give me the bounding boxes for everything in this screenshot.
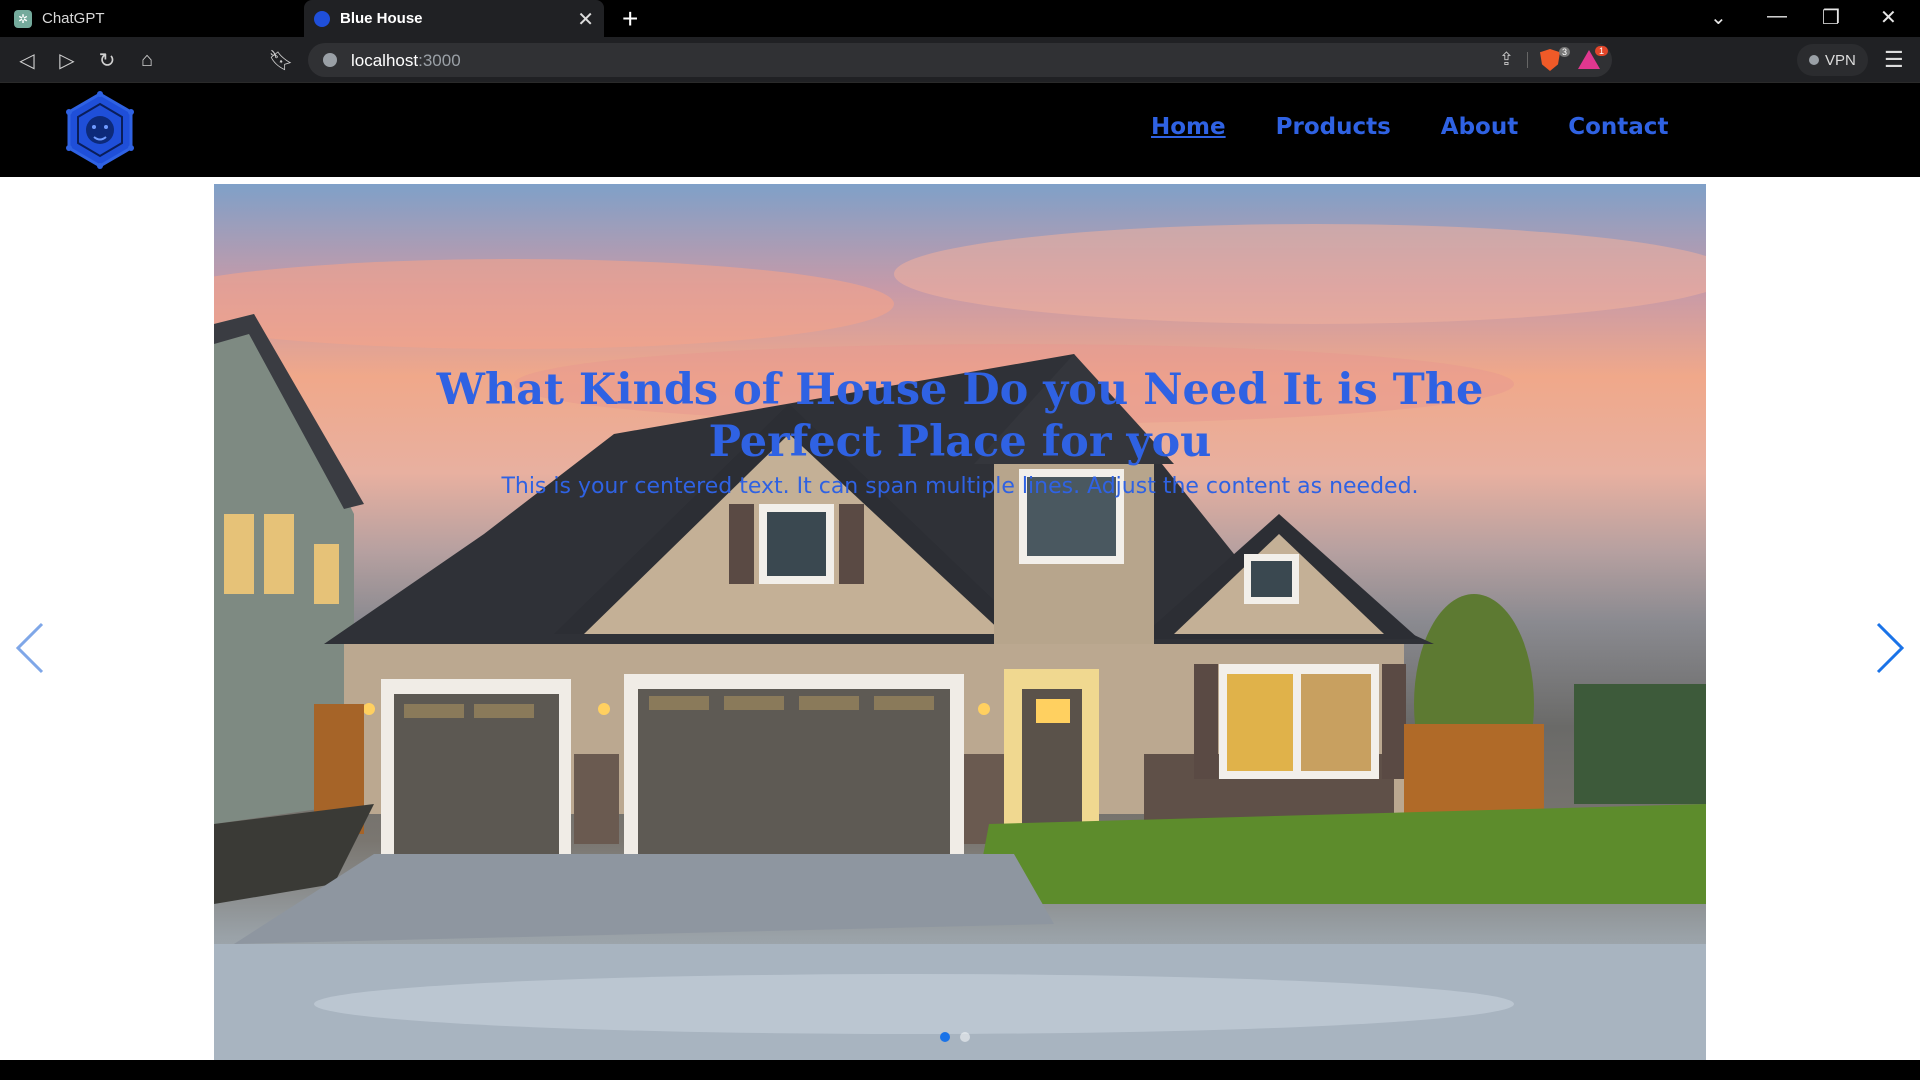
- hero-text: What Kinds of House Do you Need It is Th…: [214, 364, 1706, 499]
- new-tab-icon[interactable]: +: [622, 3, 638, 35]
- forward-icon[interactable]: ▷: [52, 45, 82, 75]
- share-icon[interactable]: ⇪: [1499, 49, 1514, 70]
- nav-link-about[interactable]: About: [1441, 114, 1518, 140]
- back-icon[interactable]: ◁: [12, 45, 42, 75]
- blue-house-favicon-icon: [314, 10, 330, 27]
- tab-title: Blue House: [340, 10, 423, 27]
- carousel-dot-1[interactable]: [940, 1032, 950, 1042]
- hero-subtitle: This is your centered text. It can span …: [501, 474, 1419, 499]
- site-info-icon[interactable]: [323, 53, 337, 67]
- divider: [1527, 52, 1528, 68]
- nav-link-home[interactable]: Home: [1151, 114, 1226, 140]
- browser-toolbar: ◁ ▷ ↻ ⌂ 🔖︎ localhost:3000 ⇪ 3 1 VPN ☰: [0, 37, 1920, 83]
- tab-chatgpt[interactable]: ✲ ChatGPT: [14, 0, 304, 37]
- carousel-next-icon[interactable]: [1870, 618, 1910, 678]
- restore-icon[interactable]: ❐: [1822, 5, 1840, 30]
- window-bottom-edge: [0, 1060, 1920, 1080]
- carousel-indicators: [940, 1032, 970, 1042]
- window-close-icon[interactable]: ✕: [1880, 5, 1897, 30]
- hero-carousel-slide: What Kinds of House Do you Need It is Th…: [214, 184, 1706, 1060]
- tab-blue-house[interactable]: Blue House ✕: [304, 0, 604, 37]
- vpn-label: VPN: [1825, 51, 1856, 69]
- reload-icon[interactable]: ↻: [92, 45, 122, 75]
- nav-link-products[interactable]: Products: [1276, 114, 1391, 140]
- brave-shields-icon[interactable]: [1540, 49, 1560, 71]
- close-tab-icon[interactable]: ✕: [577, 7, 594, 32]
- bookmark-icon[interactable]: 🔖︎: [266, 45, 296, 75]
- vpn-status-icon: [1809, 55, 1819, 65]
- home-icon[interactable]: ⌂: [132, 45, 162, 75]
- address-bar[interactable]: localhost:3000 ⇪ 3 1: [308, 43, 1612, 77]
- carousel-prev-icon[interactable]: [10, 618, 50, 678]
- url-text: localhost:3000: [351, 51, 461, 70]
- nav-link-contact[interactable]: Contact: [1568, 114, 1668, 140]
- hamburger-menu-icon[interactable]: ☰: [1884, 47, 1904, 73]
- tab-title: ChatGPT: [42, 10, 105, 27]
- carousel-dot-2[interactable]: [960, 1032, 970, 1042]
- house-photo-illustration: [214, 224, 1706, 1060]
- hero-title: What Kinds of House Do you Need It is Th…: [436, 365, 1484, 467]
- vpn-button[interactable]: VPN: [1797, 44, 1868, 76]
- rewards-count-badge: 1: [1594, 46, 1608, 56]
- tab-search-chevron-icon[interactable]: ⌄: [1710, 5, 1727, 30]
- web-page: Home Products About Contact What Kinds o…: [0, 84, 1920, 1060]
- lion-hexagon-logo-icon[interactable]: [60, 90, 140, 170]
- minimize-icon[interactable]: —: [1767, 5, 1787, 28]
- shield-count-badge: 3: [1558, 47, 1570, 57]
- chatgpt-favicon-icon: ✲: [14, 9, 32, 28]
- nav-links: Home Products About Contact: [1151, 114, 1668, 140]
- site-navbar: Home Products About Contact: [0, 84, 1920, 177]
- browser-tab-bar: ✲ ChatGPT Blue House ✕ + ⌄ — ❐ ✕: [0, 0, 1920, 37]
